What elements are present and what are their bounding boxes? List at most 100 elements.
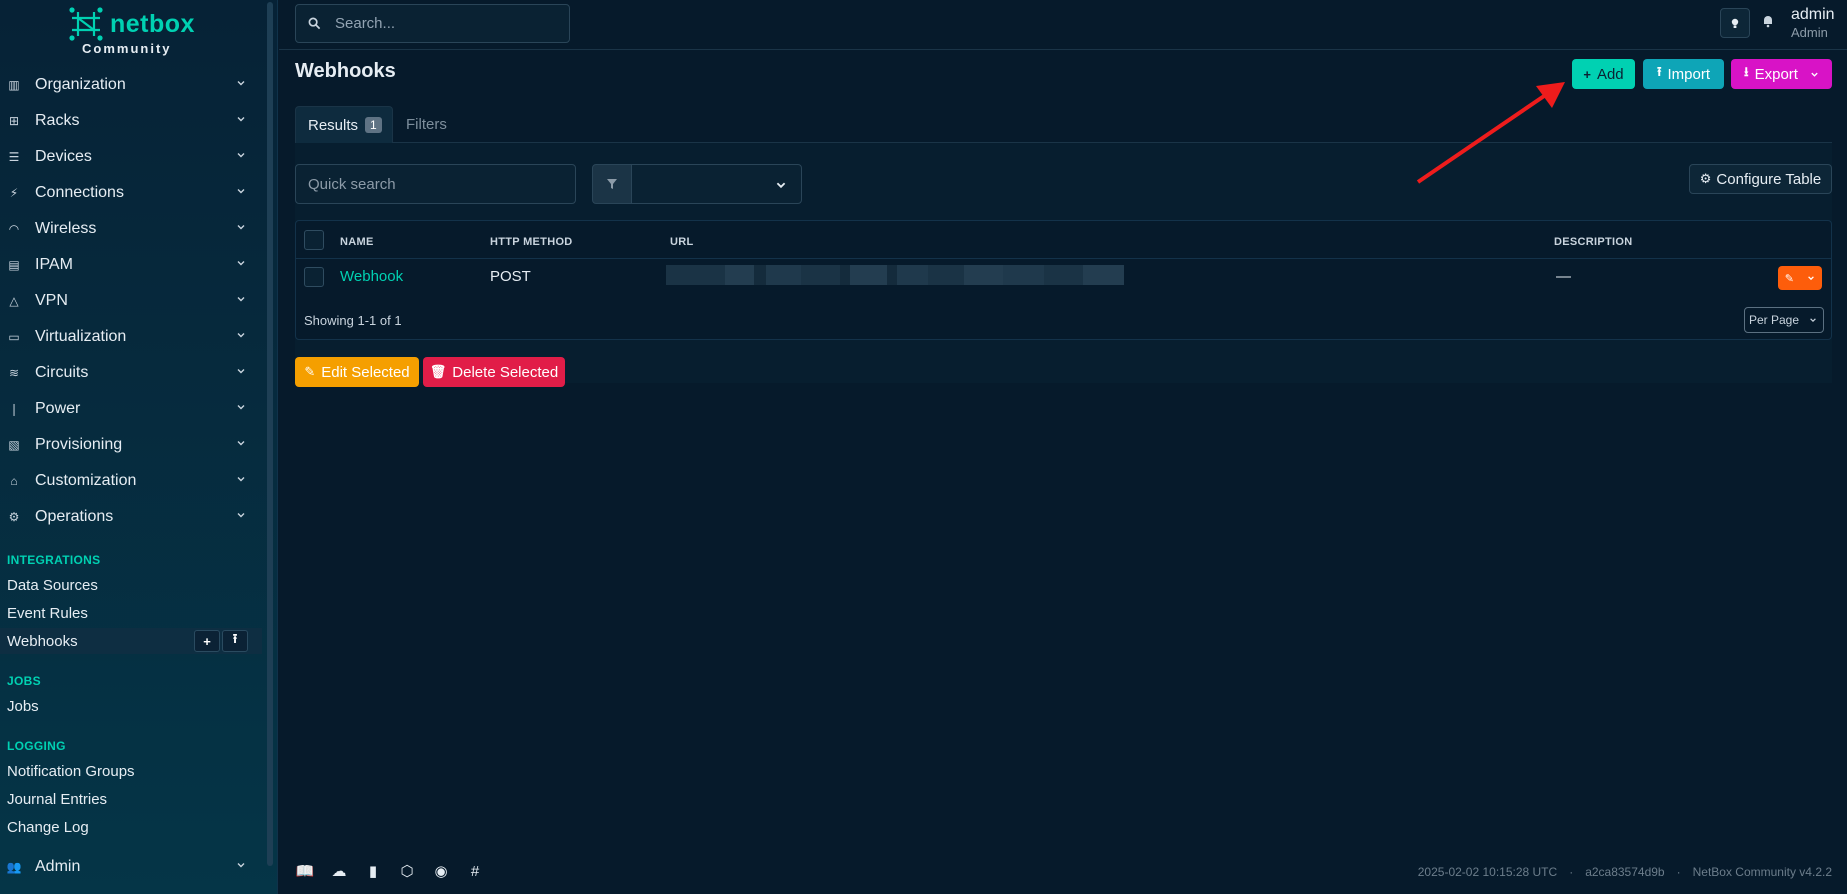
filter-button[interactable]	[592, 164, 632, 204]
wifi-icon: ◠	[8, 222, 20, 236]
file-icon: ▧	[8, 438, 20, 452]
lightbulb-icon	[1731, 18, 1739, 28]
sidebar-item-jobs[interactable]: Jobs	[7, 698, 39, 715]
sidebar-menu-vpn[interactable]: △ VPN	[0, 286, 262, 316]
header-divider	[296, 258, 1831, 259]
chevron-down-icon	[237, 153, 245, 158]
docs-book-icon[interactable]: 📖	[295, 862, 315, 880]
chevron-down-icon	[1811, 72, 1818, 77]
github-icon[interactable]: ◉	[431, 862, 451, 880]
sidebar-menu-customization[interactable]: ⌂ Customization	[0, 466, 262, 496]
sidebar-item-change-log[interactable]: Change Log	[7, 819, 89, 836]
sidebar: netbox Community ▥ Organization ⊞ Racks …	[0, 0, 278, 894]
saved-filter-select[interactable]	[631, 164, 802, 204]
user-menu-role: Admin	[1791, 25, 1828, 40]
sidebar-menu-label: Racks	[35, 112, 80, 129]
sidebar-item-data-sources[interactable]: Data Sources	[7, 577, 98, 594]
column-header-description[interactable]: DESCRIPTION	[1554, 236, 1632, 248]
sidebar-add-webhook-button[interactable]: +	[194, 630, 220, 652]
tab-results[interactable]: Results 1	[295, 106, 393, 143]
export-button[interactable]: ⭳ Export	[1731, 59, 1832, 89]
theme-toggle-button[interactable]	[1720, 8, 1750, 38]
footer-dot: ·	[1676, 865, 1681, 879]
sidebar-menu-connections[interactable]: ⚡ Connections	[0, 178, 262, 208]
sidebar-item-notification-groups[interactable]: Notification Groups	[7, 763, 135, 780]
chevron-down-icon	[237, 405, 245, 410]
filter-icon	[607, 179, 617, 189]
rest-api-cloud-icon[interactable]: ☁	[329, 862, 349, 880]
cogs-icon: ⚙	[8, 510, 20, 524]
counter-icon: ▤	[8, 258, 20, 272]
api-docs-file-icon[interactable]: ▮	[363, 862, 383, 880]
netbox-logo-icon	[69, 7, 103, 41]
search-icon	[308, 17, 321, 30]
chevron-down-icon	[237, 333, 245, 338]
annotation-arrow-icon	[1416, 82, 1565, 184]
global-search-input[interactable]: Search...	[295, 4, 570, 43]
sidebar-menu-virtualization[interactable]: ▭ Virtualization	[0, 322, 262, 352]
webhooks-table: NAME HTTP METHOD URL DESCRIPTION Webhook…	[295, 220, 1832, 340]
slack-icon[interactable]: #	[465, 862, 485, 880]
per-page-select[interactable]: Per Page	[1744, 307, 1824, 333]
rack-icon: ⊞	[8, 114, 20, 128]
sidebar-item-event-rules[interactable]: Event Rules	[7, 605, 88, 622]
sidebar-menu-wireless[interactable]: ◠ Wireless	[0, 214, 262, 244]
quick-search-input[interactable]: Quick search	[295, 164, 576, 204]
sidebar-menu-racks[interactable]: ⊞ Racks	[0, 106, 262, 136]
sidebar-menu-circuits[interactable]: ≋ Circuits	[0, 358, 262, 388]
upload-icon: ⭱	[1656, 64, 1662, 79]
flash-icon: ❘	[8, 402, 20, 416]
per-page-label: Per Page	[1749, 313, 1800, 327]
sidebar-menu-operations[interactable]: ⚙ Operations	[0, 502, 262, 532]
graphql-icon[interactable]: ⬡	[397, 862, 417, 880]
sidebar-menu-label: Organization	[35, 76, 126, 93]
webhook-description: —	[1556, 268, 1571, 285]
footer-commit[interactable]: a2ca83574d9b	[1585, 865, 1664, 879]
users-icon: 👥	[6, 860, 22, 874]
configure-table-label: Configure Table	[1716, 170, 1822, 188]
sidebar-menu-label: Connections	[35, 184, 124, 201]
configure-table-button[interactable]: ⚙ Configure Table	[1689, 164, 1832, 194]
chevron-down-icon[interactable]	[1807, 274, 1815, 282]
brand-logo[interactable]: netbox Community	[68, 6, 228, 56]
tab-filters[interactable]: Filters	[406, 116, 447, 133]
sidebar-item-journal-entries[interactable]: Journal Entries	[7, 791, 107, 808]
sidebar-menu-ipam[interactable]: ▤ IPAM	[0, 250, 262, 280]
column-header-url[interactable]: URL	[670, 236, 694, 248]
add-button[interactable]: + Add	[1572, 59, 1635, 89]
monitor-icon: ▭	[8, 330, 20, 344]
top-bar: Search... admin Admin	[279, 0, 1847, 50]
sidebar-scrollbar[interactable]	[267, 2, 273, 866]
sidebar-menu-power[interactable]: ❘ Power	[0, 394, 262, 424]
sidebar-menu-devices[interactable]: ☰ Devices	[0, 142, 262, 172]
sidebar-menu-admin[interactable]: 👥 Admin	[0, 852, 262, 882]
edit-selected-button[interactable]: ✎ Edit Selected	[295, 357, 419, 387]
chevron-down-icon	[237, 863, 245, 868]
bell-icon[interactable]	[1761, 14, 1775, 28]
column-header-http-method[interactable]: HTTP METHOD	[490, 236, 573, 248]
user-menu-name[interactable]: admin	[1791, 6, 1835, 24]
plus-icon: +	[1583, 66, 1591, 82]
footer-info: 2025-02-02 10:15:28 UTC · a2ca83574d9b ·…	[1418, 865, 1832, 879]
tab-results-label: Results	[308, 116, 359, 134]
import-button[interactable]: ⭱ Import	[1643, 59, 1724, 89]
toolbox-icon: ⌂	[10, 474, 18, 488]
trash-icon: 🗑	[429, 364, 447, 379]
edit-selected-label: Edit Selected	[321, 363, 410, 381]
column-header-name[interactable]: NAME	[340, 236, 374, 248]
webhook-name-link[interactable]: Webhook	[340, 268, 403, 285]
sidebar-import-webhook-button[interactable]: ⭱	[222, 630, 248, 652]
row-checkbox[interactable]	[304, 267, 324, 287]
organization-icon: ▥	[8, 78, 20, 92]
row-edit-button[interactable]: ✎	[1778, 266, 1822, 290]
footer-timestamp: 2025-02-02 10:15:28 UTC	[1417, 865, 1558, 879]
delete-selected-button[interactable]: 🗑 Delete Selected	[423, 357, 565, 387]
brand-subtitle: Community	[82, 41, 172, 56]
export-button-label: Export	[1754, 65, 1798, 83]
pencil-icon: ✎	[304, 364, 316, 379]
sidebar-menu-organization[interactable]: ▥ Organization	[0, 70, 262, 100]
sidebar-menu-label: Wireless	[35, 220, 97, 237]
select-all-checkbox[interactable]	[304, 230, 324, 250]
sidebar-menu-provisioning[interactable]: ▧ Provisioning	[0, 430, 262, 460]
chevron-down-icon	[237, 261, 245, 266]
